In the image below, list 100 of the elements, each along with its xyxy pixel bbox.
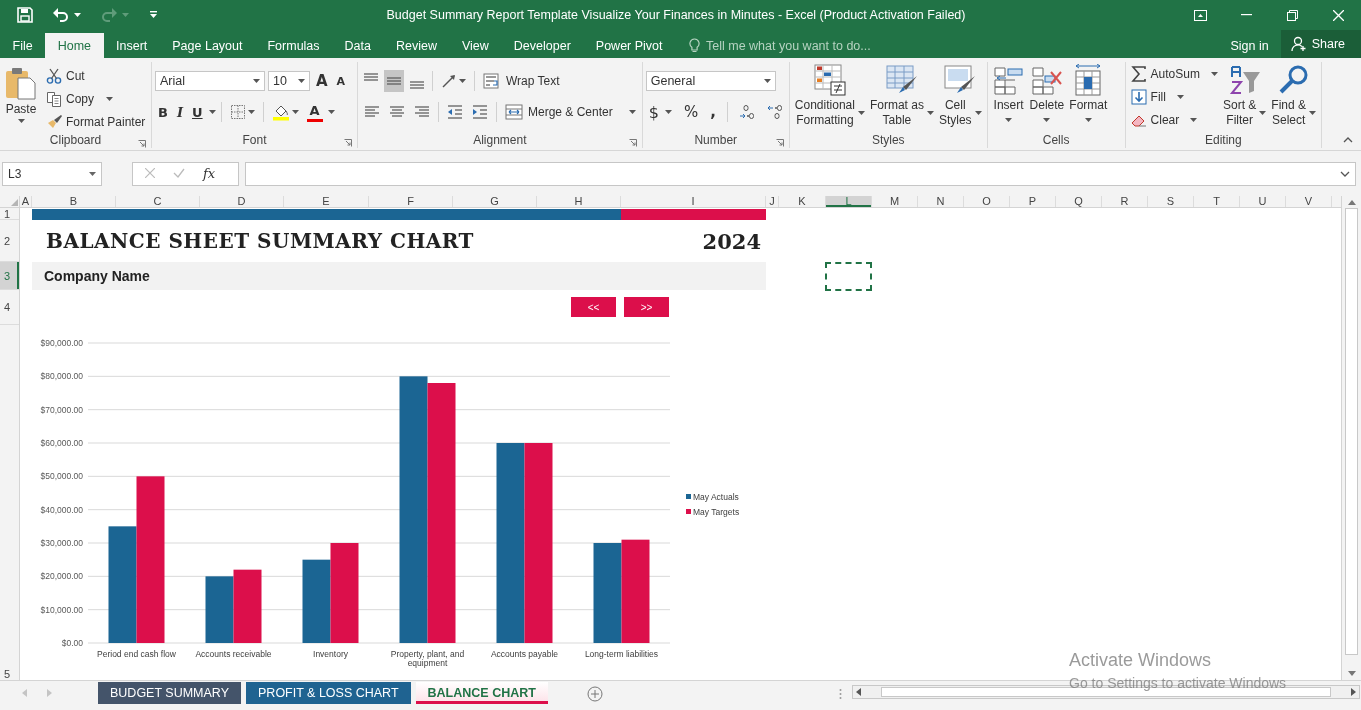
ribbon-tab[interactable]: Developer bbox=[501, 33, 584, 58]
column-header[interactable]: E bbox=[284, 196, 369, 207]
column-header[interactable]: J bbox=[766, 196, 779, 207]
column-header[interactable]: P bbox=[1010, 196, 1056, 207]
share-button[interactable]: Share bbox=[1280, 30, 1361, 58]
font-name-field[interactable]: Arial bbox=[155, 71, 265, 91]
previous-button[interactable]: << bbox=[571, 297, 616, 317]
column-header[interactable]: I bbox=[621, 196, 766, 207]
column-header[interactable]: M bbox=[872, 196, 918, 207]
comma-button[interactable]: , bbox=[707, 101, 719, 123]
cell-styles-icon bbox=[944, 64, 977, 96]
clear-button[interactable]: Clear bbox=[1128, 110, 1220, 130]
dialog-launcher-button[interactable] bbox=[344, 136, 352, 150]
row-header[interactable]: 5 bbox=[0, 325, 19, 680]
wrap-text-button[interactable]: Wrap Text bbox=[480, 70, 563, 92]
row-header[interactable]: 1 bbox=[0, 208, 19, 220]
ribbon-tab[interactable]: Page Layout bbox=[159, 33, 255, 58]
column-header[interactable]: T bbox=[1194, 196, 1240, 207]
column-header[interactable]: A bbox=[20, 196, 32, 207]
sheet-tab[interactable]: PROFIT & LOSS CHART bbox=[246, 682, 411, 704]
cancel-button[interactable] bbox=[145, 166, 155, 181]
font-color-button[interactable]: A bbox=[306, 102, 323, 122]
bold-button[interactable]: B bbox=[155, 101, 171, 123]
grow-font-button[interactable]: A bbox=[313, 70, 331, 92]
merge-center-button[interactable]: Merge & Center bbox=[502, 101, 639, 123]
number-format-field[interactable]: General bbox=[645, 71, 776, 91]
column-header[interactable]: B bbox=[32, 196, 116, 207]
column-header[interactable]: O bbox=[964, 196, 1010, 207]
paintbrush-icon bbox=[46, 114, 62, 130]
row-header[interactable]: 3 bbox=[0, 262, 19, 290]
column-header[interactable]: S bbox=[1148, 196, 1194, 207]
sheet-tab[interactable]: BALANCE CHART bbox=[415, 682, 548, 704]
format-painter-button[interactable]: Format Painter bbox=[44, 112, 148, 132]
ribbon-tab[interactable]: Data bbox=[332, 33, 384, 58]
copy-icon bbox=[46, 91, 62, 107]
dialog-launcher-button[interactable] bbox=[628, 136, 637, 150]
bar bbox=[205, 576, 234, 643]
autosum-button[interactable]: AutoSum bbox=[1128, 64, 1220, 84]
column-header[interactable]: G bbox=[453, 196, 537, 207]
paste-button[interactable]: Paste bbox=[3, 62, 39, 132]
dialog-launcher-button[interactable] bbox=[775, 136, 784, 150]
font-size-field[interactable]: 10 bbox=[268, 71, 310, 91]
column-header[interactable]: L bbox=[826, 196, 872, 207]
delete-button[interactable]: Delete bbox=[1027, 62, 1067, 132]
new-sheet-button[interactable] bbox=[586, 686, 603, 705]
sheet-tab[interactable]: BUDGET SUMMARY bbox=[98, 682, 241, 704]
align-center-icon bbox=[389, 104, 405, 120]
format-as-table-button[interactable]: Format as Table bbox=[867, 62, 936, 132]
ribbon-tab[interactable]: Insert bbox=[103, 33, 160, 58]
column-header[interactable]: Q bbox=[1056, 196, 1102, 207]
vertical-scrollbar[interactable] bbox=[1341, 196, 1361, 680]
column-header[interactable]: F bbox=[369, 196, 453, 207]
insert-button[interactable]: Insert bbox=[990, 62, 1027, 132]
ribbon-tab[interactable]: File bbox=[0, 33, 46, 58]
legend-label: May Actuals bbox=[693, 492, 739, 502]
selected-cell[interactable] bbox=[825, 262, 872, 291]
dialog-launcher-button[interactable] bbox=[138, 137, 146, 151]
cell-styles-button[interactable]: Cell Styles bbox=[936, 62, 984, 132]
scrollbar-thumb[interactable] bbox=[1345, 208, 1358, 655]
category-label: Accounts payable bbox=[490, 649, 559, 659]
column-header[interactable]: R bbox=[1102, 196, 1148, 207]
group-label: Styles bbox=[871, 133, 905, 147]
ribbon-tab[interactable]: Formulas bbox=[254, 33, 333, 58]
column-header[interactable]: C bbox=[116, 196, 200, 207]
vertical-align-button[interactable] bbox=[384, 70, 404, 92]
sheet-title: BALANCE SHEET SUMMARY CHART bbox=[45, 229, 475, 253]
formula-field[interactable] bbox=[245, 161, 1356, 186]
next-button[interactable]: >> bbox=[624, 297, 669, 317]
conditional-formatting-button[interactable]: Conditional Formatting bbox=[792, 62, 867, 132]
row-header[interactable]: 4 bbox=[0, 290, 19, 325]
format-button[interactable]: Format bbox=[1067, 62, 1110, 132]
scroll-down-icon bbox=[1347, 671, 1356, 676]
ribbon-tab[interactable]: Power Pivot bbox=[583, 33, 676, 58]
underline-button[interactable]: U bbox=[189, 101, 206, 123]
column-header[interactable]: H bbox=[537, 196, 621, 207]
column-header[interactable]: U bbox=[1240, 196, 1286, 207]
fill-down-icon bbox=[1130, 89, 1147, 105]
copy-button[interactable]: Copy bbox=[44, 89, 148, 109]
column-header[interactable]: V bbox=[1286, 196, 1332, 207]
axis-label: $0.00 bbox=[61, 638, 83, 648]
name-box[interactable]: L3 bbox=[2, 161, 102, 186]
ribbon-tab[interactable]: Home bbox=[45, 33, 104, 58]
find-select-button[interactable]: Find & Select bbox=[1269, 62, 1318, 132]
percent-button[interactable]: % bbox=[680, 101, 702, 123]
cut-button[interactable]: Cut bbox=[44, 66, 148, 86]
sort-filter-button[interactable]: Sort & Filter bbox=[1220, 62, 1269, 132]
insert-function-button[interactable]: fx bbox=[203, 166, 216, 181]
sigma-icon bbox=[1130, 66, 1147, 82]
shrink-font-button[interactable]: A bbox=[333, 70, 349, 92]
sign-in-link[interactable]: Sign in bbox=[1218, 33, 1281, 58]
column-header[interactable]: N bbox=[918, 196, 964, 207]
currency-button[interactable]: $ bbox=[645, 101, 675, 123]
column-header[interactable]: D bbox=[200, 196, 284, 207]
dialog-launcher-icon bbox=[775, 139, 784, 147]
italic-button[interactable]: I bbox=[173, 101, 186, 123]
ribbon-tab[interactable]: View bbox=[449, 33, 502, 58]
tell-me-field[interactable]: Tell me what you want to do... bbox=[706, 38, 887, 53]
ribbon-tab[interactable]: Review bbox=[383, 33, 450, 58]
fill-button[interactable]: Fill bbox=[1128, 87, 1220, 107]
group-label: Cells bbox=[1042, 133, 1070, 147]
